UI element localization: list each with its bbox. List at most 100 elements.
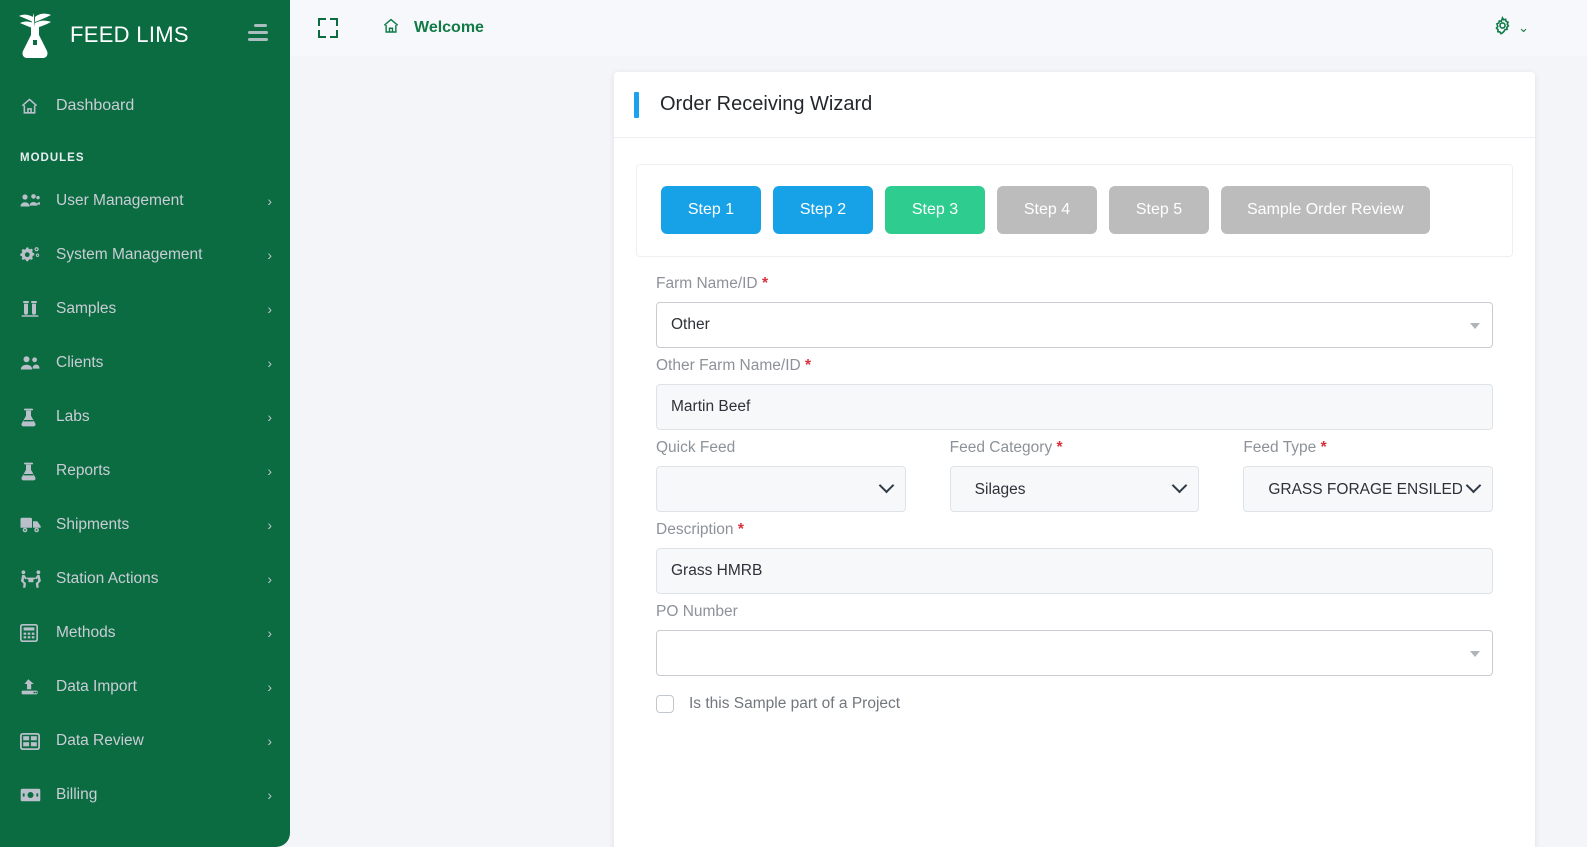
feed-type-select[interactable]: GRASS FORAGE ENSILED - E — [1243, 466, 1494, 512]
step-button-sample-order-review[interactable]: Sample Order Review — [1221, 186, 1430, 234]
step-button-5[interactable]: Step 5 — [1109, 186, 1209, 234]
step-button-4[interactable]: Step 4 — [997, 186, 1097, 234]
project-checkbox[interactable] — [656, 695, 674, 713]
sidebar-item-clients[interactable]: Clients › — [0, 336, 290, 390]
title-accent-bar — [634, 91, 639, 118]
caret-down-icon — [1470, 323, 1480, 329]
card-body: Step 1 Step 2 Step 3 Step 4 Step 5 Sampl… — [614, 138, 1535, 713]
feed-type-select-wrap: GRASS FORAGE ENSILED - E — [1243, 466, 1494, 512]
breadcrumb[interactable]: Welcome — [382, 17, 484, 40]
field-feed-type: Feed Type * GRASS FORAGE ENSILED - E — [1243, 439, 1494, 512]
sidebar-item-samples[interactable]: Samples › — [0, 282, 290, 336]
sidebar-item-label: Labs — [56, 408, 90, 425]
chevron-right-icon: › — [267, 733, 272, 749]
chevron-right-icon: › — [267, 301, 272, 317]
flask-icon — [20, 462, 50, 481]
farm-name-select[interactable]: Other — [656, 302, 1493, 348]
feed-category-select-wrap: Silages — [949, 466, 1200, 512]
label-text: Feed Category — [949, 439, 1053, 456]
sidebar-section-modules: MODULES — [20, 152, 85, 164]
chevron-right-icon: › — [267, 355, 272, 371]
feed-row: Quick Feed Feed Category * Silages Feed … — [656, 439, 1494, 512]
sidebar-item-label: Samples — [56, 300, 117, 317]
sidebar-item-data-import[interactable]: Data Import › — [0, 660, 290, 714]
feed-type-label: Feed Type * — [1243, 439, 1493, 457]
other-farm-name-input[interactable] — [656, 384, 1493, 430]
wizard-steps: Step 1 Step 2 Step 3 Step 4 Step 5 Sampl… — [636, 164, 1513, 257]
sidebar-item-label: Clients — [56, 354, 104, 371]
quick-feed-select-wrap — [656, 466, 906, 512]
sidebar-item-label: User Management — [56, 192, 184, 209]
field-other-farm-name: Other Farm Name/ID * — [656, 357, 1493, 430]
card-header: Order Receiving Wizard — [614, 72, 1535, 138]
required-marker: * — [1056, 439, 1063, 456]
label-text: Quick Feed — [656, 439, 736, 456]
sidebar-item-user-management[interactable]: User Management › — [0, 174, 290, 228]
feed-category-select[interactable]: Silages — [949, 466, 1200, 512]
po-number-select[interactable] — [656, 630, 1493, 676]
sidebar-item-dashboard[interactable]: Dashboard — [0, 82, 290, 130]
chevron-right-icon: › — [267, 517, 272, 533]
label-text: Other Farm Name/ID — [656, 357, 801, 374]
required-marker: * — [737, 521, 744, 538]
sidebar-item-label: Data Import — [56, 678, 137, 695]
step-button-3[interactable]: Step 3 — [885, 186, 985, 234]
sidebar-item-reports[interactable]: Reports › — [0, 444, 290, 498]
people-carry-icon — [20, 570, 50, 588]
sidebar-item-label: Dashboard — [56, 97, 135, 114]
label-text: Farm Name/ID — [656, 275, 758, 292]
sidebar-item-station-actions[interactable]: Station Actions › — [0, 552, 290, 606]
wizard-card: Order Receiving Wizard Step 1 Step 2 Ste… — [614, 72, 1535, 847]
chevron-right-icon: › — [267, 463, 272, 479]
field-farm-name: Farm Name/ID * Other — [656, 275, 1493, 348]
chevron-right-icon: › — [267, 247, 272, 263]
home-icon — [20, 97, 50, 116]
chevron-right-icon: › — [267, 571, 272, 587]
users-icon — [20, 355, 50, 371]
sidebar-item-label: Methods — [56, 624, 116, 641]
flask-icon — [20, 408, 50, 427]
chevron-right-icon: › — [267, 409, 272, 425]
truck-icon — [20, 517, 50, 533]
step-button-1[interactable]: Step 1 — [661, 186, 761, 234]
sidebar-item-label: System Management — [56, 246, 203, 263]
project-checkbox-row: Is this Sample part of a Project — [656, 695, 1493, 713]
calculator-icon — [20, 624, 50, 642]
sidebar-item-labs[interactable]: Labs › — [0, 390, 290, 444]
caret-down-icon — [1470, 651, 1480, 657]
hamburger-collapse-icon[interactable] — [248, 24, 274, 46]
brand-title: FEED LIMS — [70, 22, 189, 47]
sidebar-item-system-management[interactable]: System Management › — [0, 228, 290, 282]
label-text: Description — [656, 521, 734, 538]
sidebar-item-label: Billing — [56, 786, 98, 803]
chevron-right-icon: › — [267, 679, 272, 695]
page-title: Order Receiving Wizard — [660, 93, 873, 115]
settings-menu[interactable]: ⌄ — [1493, 0, 1529, 56]
sidebar-item-methods[interactable]: Methods › — [0, 606, 290, 660]
sidebar-item-data-review[interactable]: Data Review › — [0, 714, 290, 768]
description-input[interactable] — [656, 548, 1493, 594]
flask-plant-icon — [14, 9, 60, 61]
field-quick-feed: Quick Feed — [656, 439, 906, 512]
label-text: PO Number — [656, 603, 738, 620]
order-form: Farm Name/ID * Other Other Farm Name/ID … — [636, 257, 1513, 713]
quick-feed-select[interactable] — [656, 466, 906, 512]
home-icon — [382, 17, 400, 40]
expand-fullscreen-icon[interactable] — [318, 18, 338, 38]
step-button-2[interactable]: Step 2 — [773, 186, 873, 234]
required-marker: * — [1320, 439, 1327, 456]
app-root: FEED LIMS Dashboard MODULES User Managem… — [0, 0, 1587, 847]
feed-category-label: Feed Category * — [950, 439, 1200, 457]
breadcrumb-label: Welcome — [414, 19, 484, 36]
quick-feed-label: Quick Feed — [656, 439, 906, 457]
sidebar-item-billing[interactable]: Billing › — [0, 768, 290, 822]
sidebar-item-label: Station Actions — [56, 570, 159, 587]
sidebar-item-shipments[interactable]: Shipments › — [0, 498, 290, 552]
chevron-right-icon: › — [267, 193, 272, 209]
test-tubes-icon — [20, 300, 50, 318]
sidebar-item-label: Data Review — [56, 732, 144, 749]
chevron-down-icon: ⌄ — [1518, 20, 1529, 35]
required-marker: * — [805, 357, 812, 374]
gears-icon — [20, 246, 50, 264]
po-number-label: PO Number — [656, 603, 1493, 621]
